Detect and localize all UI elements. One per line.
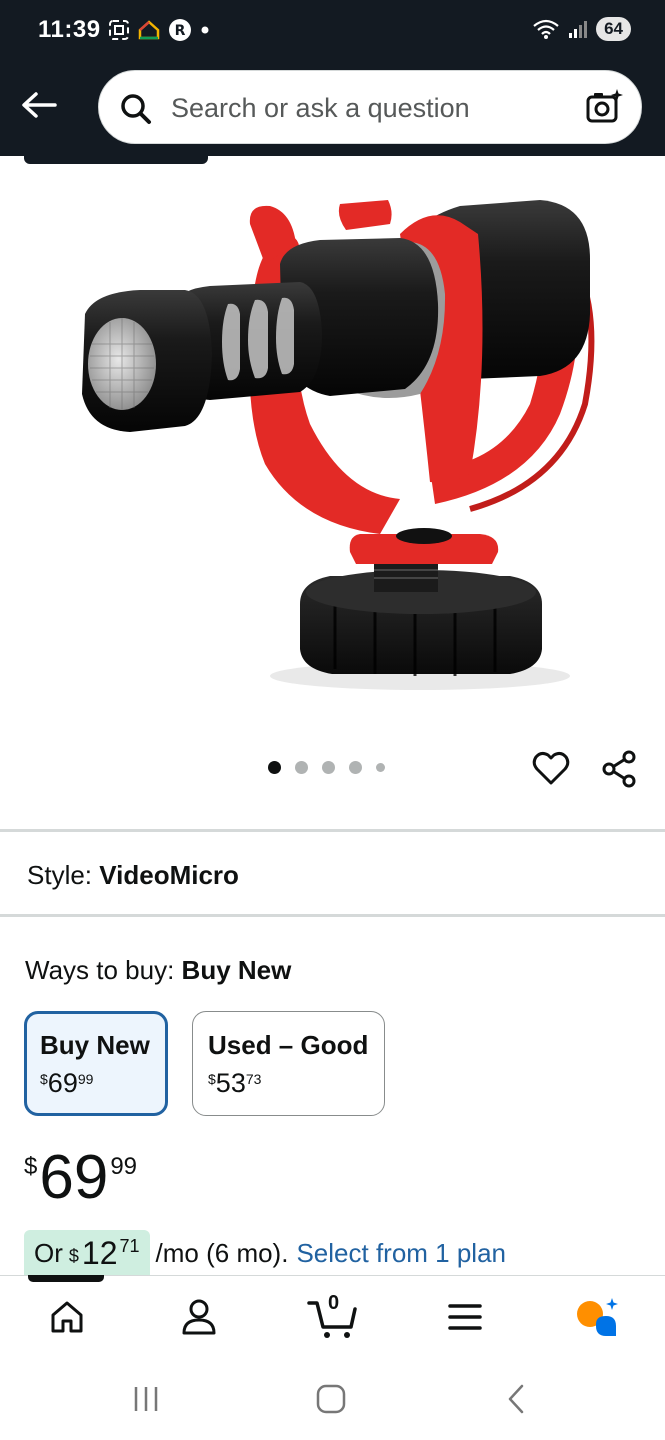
price-currency: $ [24,1153,38,1180]
back-button[interactable] [18,84,60,126]
section-divider [0,829,665,832]
screenshot-icon [109,20,129,40]
status-bar: 11:39 R 64 [0,0,665,62]
svg-text:R: R [175,23,186,39]
app-r-icon: R [169,19,191,41]
monthly-fraction: 71 [119,1236,140,1256]
search-placeholder: Search or ask a question [171,93,470,123]
option-title: Buy New [40,1030,150,1060]
monthly-whole: 12 [81,1234,118,1271]
chevron-left-icon [508,1384,524,1414]
search-input[interactable]: Search or ask a question [98,70,642,144]
microphone-image [82,200,595,690]
monthly-currency: $ [68,1245,79,1266]
carousel-dot[interactable] [376,763,385,772]
option-title: Used – Good [208,1030,369,1060]
select-plan-link[interactable]: Select from 1 plan [296,1238,506,1269]
monthly-payment-row: Or $ 12 71 /mo (6 mo). Select from 1 pla… [24,1230,506,1276]
nav-home[interactable] [42,1294,92,1340]
nav-active-indicator [28,1275,104,1282]
nav-cart[interactable]: 0 [306,1292,360,1340]
monthly-prefix: Or [34,1237,63,1268]
battery-indicator: 64 [596,17,631,41]
image-carousel-dots[interactable] [268,761,385,774]
style-selector[interactable]: Style: VideoMicro [27,860,239,891]
price-fraction: 99 [110,1153,138,1180]
style-value: VideoMicro [99,860,239,890]
notification-dot-icon [201,26,209,34]
cart-count: 0 [328,1292,340,1314]
account-icon [182,1299,216,1335]
wishlist-button[interactable] [531,749,571,794]
monthly-suffix: /mo (6 mo). [155,1237,289,1268]
section-divider [0,914,665,917]
app-header: Search or ask a question [0,62,665,156]
option-price: $6999 [40,1068,94,1098]
bottom-navigation: 0 [0,1275,665,1357]
product-image[interactable] [0,164,665,724]
buy-new-option[interactable]: Buy New $6999 [24,1011,168,1116]
home-square-icon [316,1384,346,1414]
status-notification-icons: R [108,18,210,42]
carousel-dot[interactable] [268,761,281,774]
nav-menu[interactable] [440,1294,490,1340]
carousel-dot[interactable] [295,761,308,774]
home-icon [51,1301,83,1333]
share-button[interactable] [600,749,640,794]
camera-search-button[interactable] [585,87,625,132]
heart-icon [532,751,570,785]
home-system-button[interactable] [311,1379,351,1419]
ways-to-buy-value: Buy New [181,955,292,985]
signal-icon [569,21,588,38]
monthly-price-badge: Or $ 12 71 [24,1230,150,1276]
system-navigation-bar [0,1357,665,1440]
nav-account[interactable] [174,1294,224,1340]
menu-icon [448,1304,482,1330]
share-icon [602,750,636,788]
recent-apps-icon [134,1387,158,1411]
header-tab-indicator [24,156,208,164]
back-arrow-icon [22,92,57,118]
nav-rufus[interactable] [574,1294,624,1340]
carousel-dot[interactable] [322,761,335,774]
status-time: 11:39 [38,16,101,43]
used-good-option[interactable]: Used – Good $5373 [192,1011,385,1116]
ways-to-buy-label: Ways to buy: [25,955,175,985]
product-price: $ 69 99 [24,1145,137,1211]
style-label: Style: [27,860,93,890]
rufus-icon [577,1298,618,1336]
carousel-dot[interactable] [349,761,362,774]
recent-apps-button[interactable] [126,1379,166,1419]
google-home-icon [138,20,160,40]
camera-sparkle-icon [586,89,623,123]
back-system-button[interactable] [496,1379,536,1419]
ways-to-buy-heading: Ways to buy: Buy New [25,955,291,986]
status-system-icons: 64 [532,17,631,41]
search-icon [121,94,151,124]
option-price: $5373 [208,1068,262,1098]
wifi-icon [533,19,559,39]
price-whole: 69 [39,1143,109,1212]
